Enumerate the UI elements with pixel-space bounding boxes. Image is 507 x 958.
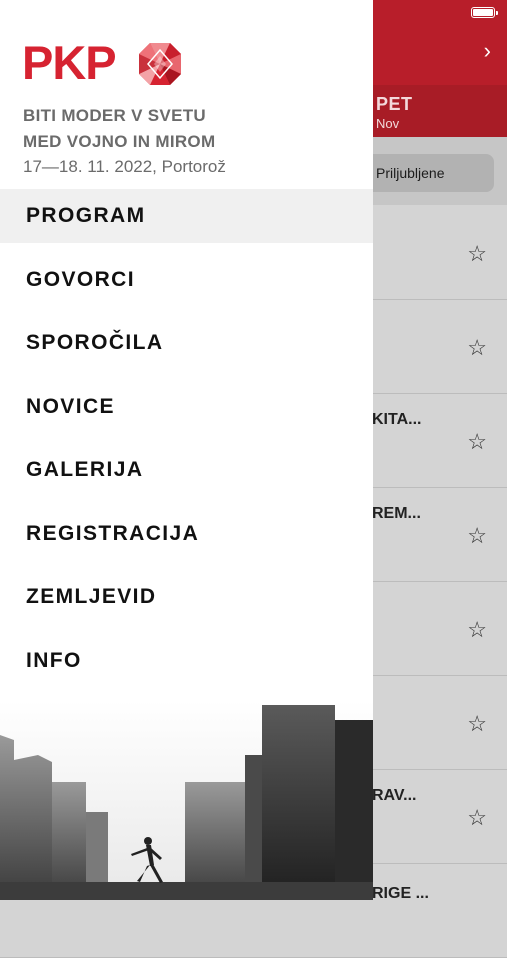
star-icon[interactable]: ☆ bbox=[467, 335, 487, 361]
menu-item-novice[interactable]: NOVICE bbox=[0, 380, 373, 434]
tagline-line-1: BITI MODER V SVETU bbox=[23, 106, 206, 125]
session-title: KITA... bbox=[372, 411, 422, 428]
menu-item-registracija[interactable]: REGISTRACIJA bbox=[0, 507, 373, 561]
menu-item-info[interactable]: INFO bbox=[0, 634, 373, 688]
menu-item-sporocila[interactable]: SPOROČILA bbox=[0, 316, 373, 370]
star-icon[interactable]: ☆ bbox=[467, 241, 487, 267]
day-name: PET bbox=[376, 94, 413, 114]
chevron-right-icon[interactable]: › bbox=[484, 38, 491, 64]
menu-item-galerija[interactable]: GALERIJA bbox=[0, 443, 373, 497]
star-icon[interactable]: ☆ bbox=[467, 805, 487, 831]
menu-item-zemljevid[interactable]: ZEMLJEVID bbox=[0, 570, 373, 624]
menu-item-program[interactable]: PROGRAM bbox=[0, 189, 373, 243]
battery-icon bbox=[471, 7, 498, 18]
event-date-location: 17—18. 11. 2022, Portorož bbox=[23, 157, 226, 176]
city-silhouette-image bbox=[0, 700, 373, 900]
navigation-drawer: PKP BITI MODER V SVETU MED VOJNO IN MIRO… bbox=[0, 0, 373, 900]
favorites-filter-button[interactable]: Priljubljene bbox=[355, 154, 494, 192]
logo-text: PKP bbox=[22, 36, 117, 89]
star-icon[interactable]: ☆ bbox=[467, 523, 487, 549]
pkp-logo-mark bbox=[139, 43, 181, 85]
menu-item-govorci[interactable]: GOVORCI bbox=[0, 253, 373, 307]
tagline-line-2: MED VOJNO IN MIROM bbox=[23, 132, 216, 151]
star-icon[interactable]: ☆ bbox=[467, 711, 487, 737]
pkp-logo: PKP bbox=[22, 36, 182, 89]
session-title: RAV... bbox=[372, 787, 417, 804]
star-icon[interactable]: ☆ bbox=[467, 429, 487, 455]
session-title: REM... bbox=[372, 505, 421, 522]
star-icon[interactable]: ☆ bbox=[467, 617, 487, 643]
day-month: Nov bbox=[376, 116, 400, 131]
session-title: RIGE ... bbox=[372, 885, 429, 902]
